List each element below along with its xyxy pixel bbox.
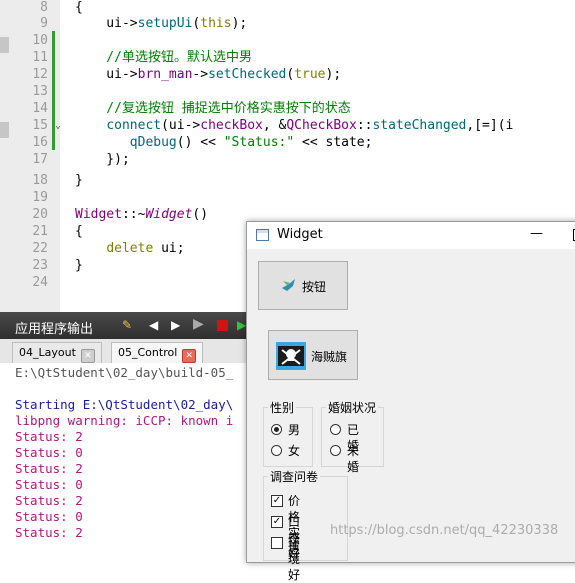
output-line: E:\QtStudent\02_day\build-05_ xyxy=(15,365,234,380)
line-number: 20 xyxy=(32,207,48,222)
survey-groupbox: 调查问卷 ✓ 价格实惠 ✓ 口感好 环境好 xyxy=(263,468,348,582)
bookmark-marker xyxy=(0,122,9,138)
checkbox-indicator xyxy=(271,537,283,549)
window-titlebar[interactable]: Widget — xyxy=(247,222,575,249)
run-icon[interactable]: ▶ xyxy=(193,316,204,332)
code-text: } xyxy=(75,173,83,188)
attach-debugger-icon[interactable]: ▶ xyxy=(237,318,246,332)
code-text: //单选按钮。默认选中男 xyxy=(75,50,252,65)
checkbox-label: 环境好 xyxy=(288,536,301,582)
line-number: 8 xyxy=(40,0,48,15)
survey-group-title: 调查问卷 xyxy=(268,468,321,485)
output-line: Status: 0 xyxy=(15,509,83,524)
bird-icon xyxy=(282,279,295,291)
stop-icon[interactable] xyxy=(217,320,228,331)
window-icon xyxy=(256,229,269,241)
tab-label: 05_Control xyxy=(118,346,178,359)
line-number: 16 xyxy=(32,135,48,150)
push-button[interactable]: 按钮 xyxy=(258,261,348,310)
radio-indicator xyxy=(271,445,282,456)
window-title: Widget xyxy=(277,227,323,242)
jolly-roger-button[interactable]: 海贼旗 xyxy=(268,330,358,380)
clear-output-icon[interactable]: ✎ xyxy=(122,318,132,332)
line-number: 23 xyxy=(32,258,48,273)
output-line: Status: 2 xyxy=(15,461,83,476)
radio-label: 男 xyxy=(288,423,301,437)
tab-05-control[interactable]: 05_Control ✕ xyxy=(111,342,204,363)
line-number: 21 xyxy=(32,224,48,239)
code-text: //复选按钮 捕捉选中价格实惠按下的状态 xyxy=(75,101,351,116)
line-number: 13 xyxy=(32,84,48,99)
line-number: 9 xyxy=(40,16,48,31)
radio-label: 女 xyxy=(288,444,301,458)
code-text: } xyxy=(75,258,83,273)
line-number: 22 xyxy=(32,241,48,256)
line-number: 10 xyxy=(32,33,48,48)
push-button-label: 按钮 xyxy=(302,280,327,294)
gender-group-title: 性别 xyxy=(268,399,297,416)
tab-04-layout[interactable]: 04_Layout ✕ xyxy=(12,342,102,363)
line-number: 24 xyxy=(32,275,48,290)
code-text: Widget::~Widget() xyxy=(75,207,209,222)
minimize-button[interactable]: — xyxy=(530,226,543,241)
radio-indicator xyxy=(330,424,341,435)
code-text: ui->setupUi(this); xyxy=(75,16,248,31)
line-number: 18 xyxy=(32,173,48,188)
output-line: Status: 0 xyxy=(15,477,83,492)
watermark: https://blog.csdn.net/qq_42230338 xyxy=(330,523,559,538)
output-pane-title: 应用程序输出 xyxy=(15,322,94,337)
checkbox-indicator: ✓ xyxy=(271,516,283,528)
marital-status-group-title: 婚姻状况 xyxy=(326,399,379,416)
line-number: 11 xyxy=(32,50,48,65)
next-item-icon[interactable]: ▶ xyxy=(171,318,180,332)
radio-label: 未婚 xyxy=(347,444,360,474)
output-line: Status: 0 xyxy=(15,445,83,460)
marital-status-groupbox: 婚姻状况 已婚 未婚 xyxy=(321,399,384,474)
tab-label: 04_Layout xyxy=(19,346,76,359)
line-number: 12 xyxy=(32,67,48,82)
widget-window[interactable]: Widget — 按钮 海贼旗 性别 男 女 婚姻状况 已婚 未婚 调查问卷 ✓… xyxy=(246,221,575,582)
output-line: Status: 2 xyxy=(15,429,83,444)
fold-toggle-icon[interactable]: ⌄ xyxy=(55,117,61,134)
code-text: { xyxy=(75,0,83,15)
close-icon[interactable]: ✕ xyxy=(80,349,95,363)
radio-indicator xyxy=(330,445,341,456)
code-text: { xyxy=(75,224,83,239)
code-text: qDebug() << "Status:" << state; xyxy=(129,135,373,150)
jolly-roger-button-label: 海贼旗 xyxy=(311,350,348,364)
output-line: libpng warning: iCCP: known i xyxy=(15,413,234,428)
line-number: 17 xyxy=(32,152,48,167)
line-number: 19 xyxy=(32,190,48,205)
code-text: ui->brn_man->setChecked(true); xyxy=(75,67,342,82)
gender-groupbox: 性别 男 女 xyxy=(263,399,313,467)
line-number: 15 xyxy=(32,118,48,133)
jolly-roger-icon xyxy=(276,342,306,370)
code-text: delete ui; xyxy=(106,241,185,256)
bookmark-marker xyxy=(0,37,9,53)
radio-indicator xyxy=(271,424,282,435)
previous-item-icon[interactable]: ◀ xyxy=(149,318,158,332)
line-number: 14 xyxy=(32,101,48,116)
code-text: }); xyxy=(75,152,130,167)
output-line: Starting E:\QtStudent\02_day\ xyxy=(15,397,234,412)
code-text: connect(ui->checkBox, &QCheckBox::stateC… xyxy=(106,118,514,133)
checkbox-indicator: ✓ xyxy=(271,495,283,507)
output-line: Status: 2 xyxy=(15,525,83,540)
output-line: Status: 2 xyxy=(15,493,83,508)
close-icon[interactable]: ✕ xyxy=(182,349,197,363)
